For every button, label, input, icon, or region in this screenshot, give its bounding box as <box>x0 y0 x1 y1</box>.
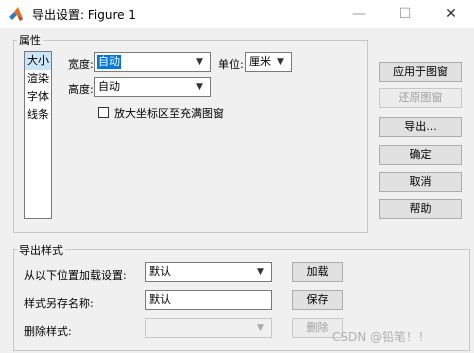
load-style-select[interactable]: 默认 ▼ <box>145 262 272 282</box>
matlab-icon <box>9 7 23 21</box>
width-select[interactable]: 自动 ▼ <box>94 52 211 72</box>
width-label: 宽度: <box>68 58 94 71</box>
unit-value: 厘米 <box>249 55 271 68</box>
help-button[interactable]: 帮助 <box>379 199 462 219</box>
close-icon: ✕ <box>445 6 457 22</box>
load-button[interactable]: 加载 <box>292 262 343 282</box>
load-from-label: 从以下位置加载设置: <box>24 269 127 282</box>
apply-to-figure-button[interactable]: 应用于图窗 <box>379 62 462 82</box>
expand-axes-checkbox[interactable] <box>98 107 109 118</box>
expand-axes-label: 放大坐标区至充满图窗 <box>114 107 224 120</box>
export-button[interactable]: 导出... <box>379 117 462 137</box>
close-button[interactable]: ✕ <box>428 0 474 28</box>
export-style-group-label: 导出样式 <box>17 242 65 258</box>
chevron-down-icon: ▼ <box>257 323 264 333</box>
cancel-button[interactable]: 取消 <box>379 172 462 192</box>
save-button[interactable]: 保存 <box>292 290 343 310</box>
width-value: 自动 <box>97 55 121 69</box>
delete-style-select[interactable]: ▼ <box>145 318 272 338</box>
chevron-down-icon: ▼ <box>196 82 203 92</box>
minimize-button[interactable]: — <box>336 0 382 28</box>
height-label: 高度: <box>68 83 94 96</box>
property-category-list[interactable]: 大小 渲染 字体 线条 <box>24 51 52 219</box>
window-title: 导出设置: Figure 1 <box>32 8 136 22</box>
maximize-icon: ☐ <box>398 6 412 22</box>
title-bar: 导出设置: Figure 1 — ☐ ✕ <box>0 0 474 28</box>
watermark: CSDN @铅笔！！ <box>332 330 431 344</box>
style-name-input[interactable]: 默认 <box>145 290 272 310</box>
chevron-down-icon: ▼ <box>277 57 284 67</box>
style-name-value: 默认 <box>149 293 171 306</box>
chevron-down-icon: ▼ <box>257 267 264 277</box>
height-select[interactable]: 自动 ▼ <box>94 77 211 97</box>
list-item-fonts[interactable]: 字体 <box>25 88 51 106</box>
list-item-rendering[interactable]: 渲染 <box>25 70 51 88</box>
minimize-icon: — <box>352 6 366 22</box>
save-as-label: 样式另存名称: <box>24 297 94 310</box>
height-value: 自动 <box>98 80 120 93</box>
ok-button[interactable]: 确定 <box>379 145 462 165</box>
maximize-button[interactable]: ☐ <box>382 0 428 28</box>
restore-figure-button[interactable]: 还原图窗 <box>379 88 462 108</box>
chevron-down-icon: ▼ <box>196 57 203 67</box>
list-item-lines[interactable]: 线条 <box>25 106 51 124</box>
load-style-value: 默认 <box>149 265 171 278</box>
unit-select[interactable]: 厘米 ▼ <box>245 52 292 72</box>
properties-group-label: 属性 <box>17 32 43 48</box>
list-item-size[interactable]: 大小 <box>25 52 51 70</box>
delete-style-label: 删除样式: <box>24 325 72 338</box>
unit-label: 单位: <box>218 58 244 71</box>
